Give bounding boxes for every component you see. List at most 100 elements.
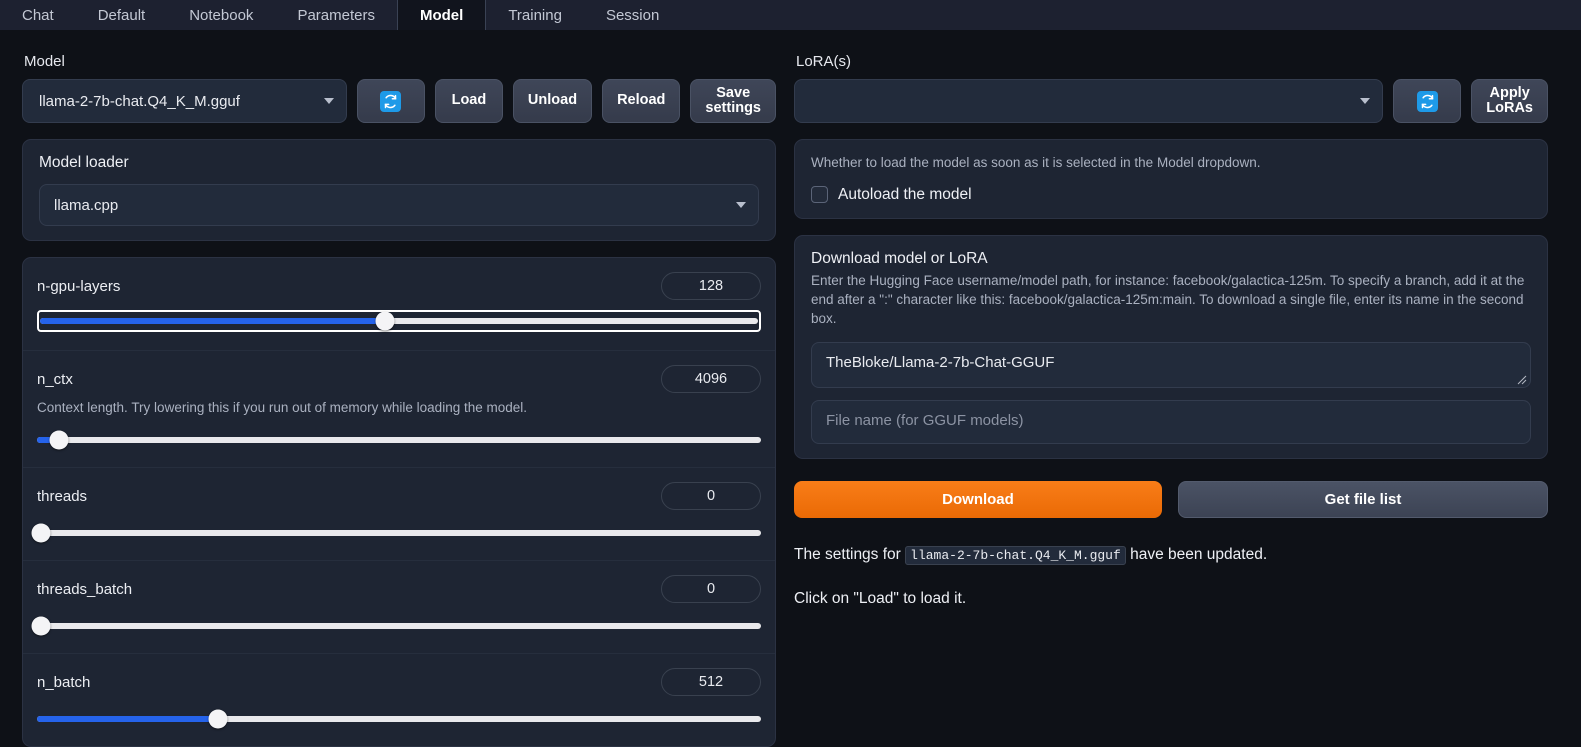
- model-loader-dropdown[interactable]: llama.cpp: [39, 184, 759, 226]
- slider-row-n-batch: n_batch 512: [23, 654, 775, 746]
- save-settings-button[interactable]: Save settings: [690, 79, 776, 123]
- chevron-down-icon: [323, 98, 334, 104]
- slider-track-wrapper[interactable]: [37, 430, 761, 450]
- tab-session[interactable]: Session: [584, 0, 681, 30]
- lora-control-row: Apply LoRAs: [794, 79, 1548, 123]
- model-loader-card: Model loader llama.cpp: [22, 139, 776, 241]
- slider-thumb[interactable]: [375, 311, 395, 331]
- tab-label: Chat: [22, 6, 54, 24]
- slider-number-input[interactable]: 0: [661, 482, 761, 511]
- tab-training[interactable]: Training: [486, 0, 584, 30]
- apply-loras-button[interactable]: Apply LoRAs: [1471, 79, 1548, 123]
- tab-default[interactable]: Default: [76, 0, 168, 30]
- status-suffix: have been updated.: [1125, 545, 1268, 563]
- slider-header: n_ctx 4096: [37, 365, 761, 393]
- slider-fill: [40, 318, 385, 324]
- download-title: Download model or LoRA: [811, 249, 988, 267]
- autoload-help-text: Whether to load the model as soon as it …: [811, 155, 1261, 170]
- tab-label: Training: [508, 6, 562, 24]
- tab-label: Notebook: [189, 6, 254, 24]
- slider-track[interactable]: [31, 616, 761, 636]
- slider-row-n-ctx: n_ctx 4096 Context length. Try lowering …: [23, 351, 775, 469]
- tab-chat[interactable]: Chat: [0, 0, 76, 30]
- slider-header: n_batch 512: [37, 668, 761, 697]
- load-button[interactable]: Load: [434, 79, 503, 123]
- refresh-icon: [1416, 90, 1438, 112]
- slider-row-n-gpu-layers: n-gpu-layers 128: [23, 258, 775, 351]
- slider-track[interactable]: [37, 430, 761, 450]
- model-loader-value: llama.cpp: [54, 196, 119, 214]
- tab-label: Model: [419, 6, 464, 24]
- status-line-1: The settings for llama-2-7b-chat.Q4_K_M.…: [794, 544, 1548, 566]
- slider-description: Context length. Try lowering this if you…: [37, 400, 527, 415]
- download-button-row: Download Get file list: [794, 480, 1548, 518]
- slider-row-threads-batch: threads_batch 0: [23, 561, 775, 655]
- download-button[interactable]: Download: [794, 480, 1162, 518]
- slider-number-input[interactable]: 4096: [661, 365, 761, 393]
- slider-track[interactable]: [37, 709, 761, 729]
- slider-header: threads 0: [37, 482, 761, 511]
- tab-label: Parameters: [297, 6, 375, 24]
- slider-fill: [37, 716, 218, 723]
- slider-label: threads_batch: [37, 580, 133, 598]
- model-refresh-button[interactable]: [356, 79, 425, 123]
- slider-header: threads_batch 0: [37, 575, 761, 604]
- lora-refresh-button[interactable]: [1393, 79, 1462, 123]
- slider-track[interactable]: [31, 523, 761, 543]
- slider-label: n_batch: [37, 673, 91, 691]
- slider-number-input[interactable]: 0: [661, 575, 761, 604]
- right-column: LoRA(s) Apply LoRAs Whether to load the …: [794, 31, 1548, 715]
- unload-button[interactable]: Unload: [512, 79, 593, 123]
- file-name-input[interactable]: [811, 399, 1531, 444]
- tab-bar: Chat Default Notebook Parameters Model T…: [0, 0, 1581, 31]
- slider-track[interactable]: [40, 311, 758, 331]
- reload-button[interactable]: Reload: [602, 79, 681, 123]
- chevron-down-icon: [1360, 98, 1371, 104]
- tab-label: Session: [605, 6, 660, 24]
- tab-notebook[interactable]: Notebook: [167, 0, 275, 30]
- slider-thumb[interactable]: [208, 709, 228, 729]
- model-dropdown[interactable]: llama-2-7b-chat.Q4_K_M.gguf: [22, 79, 347, 123]
- autoload-checkbox-row[interactable]: Autoload the model: [811, 186, 1531, 204]
- chevron-down-icon: [736, 202, 746, 208]
- slider-thumb[interactable]: [31, 523, 51, 543]
- slider-header: n-gpu-layers 128: [37, 272, 761, 300]
- slider-number-input[interactable]: 128: [661, 272, 761, 300]
- lora-section-label: LoRA(s): [796, 53, 852, 70]
- slider-thumb[interactable]: [31, 616, 51, 636]
- get-file-list-button[interactable]: Get file list: [1178, 480, 1548, 518]
- tab-label: Default: [97, 6, 146, 24]
- slider-number-input[interactable]: 512: [661, 668, 761, 697]
- download-help-text: Enter the Hugging Face username/model pa…: [811, 272, 1525, 326]
- repo-input-wrapper: [811, 341, 1531, 388]
- refresh-icon: [380, 90, 402, 112]
- autoload-card: Whether to load the model as soon as it …: [794, 139, 1548, 219]
- slider-track-wrapper[interactable]: [37, 310, 761, 332]
- slider-thumb[interactable]: [49, 430, 69, 450]
- model-params-card: n-gpu-layers 128 n_ctx 4096 Context leng…: [22, 257, 776, 747]
- status-model-code: llama-2-7b-chat.Q4_K_M.gguf: [905, 545, 1126, 565]
- download-card: Download model or LoRA Enter the Hugging…: [794, 234, 1548, 459]
- slider-track-wrapper[interactable]: [37, 709, 761, 729]
- repo-input[interactable]: [811, 341, 1531, 388]
- model-section-label: Model: [24, 53, 65, 70]
- status-prefix: The settings for: [794, 545, 906, 563]
- tab-parameters[interactable]: Parameters: [275, 0, 397, 30]
- slider-track-wrapper[interactable]: [31, 523, 761, 543]
- slider-label: n_ctx: [37, 370, 73, 388]
- tab-model[interactable]: Model: [396, 0, 487, 30]
- page-body: Model llama-2-7b-chat.Q4_K_M.gguf Load U…: [0, 31, 1581, 747]
- model-control-row: llama-2-7b-chat.Q4_K_M.gguf Load Unload …: [22, 79, 776, 123]
- slider-label: n-gpu-layers: [37, 277, 121, 295]
- autoload-checkbox-label: Autoload the model: [838, 185, 972, 203]
- autoload-checkbox[interactable]: [811, 186, 828, 204]
- model-dropdown-value: llama-2-7b-chat.Q4_K_M.gguf: [39, 92, 240, 110]
- left-column: Model llama-2-7b-chat.Q4_K_M.gguf Load U…: [22, 31, 776, 747]
- lora-dropdown[interactable]: [794, 79, 1384, 123]
- slider-track-wrapper[interactable]: [31, 616, 761, 636]
- status-message: The settings for llama-2-7b-chat.Q4_K_M.…: [794, 544, 1548, 611]
- status-line-2: Click on "Load" to load it.: [794, 590, 967, 608]
- model-loader-title: Model loader: [39, 154, 129, 171]
- slider-row-threads: threads 0: [23, 468, 775, 562]
- slider-label: threads: [37, 487, 88, 505]
